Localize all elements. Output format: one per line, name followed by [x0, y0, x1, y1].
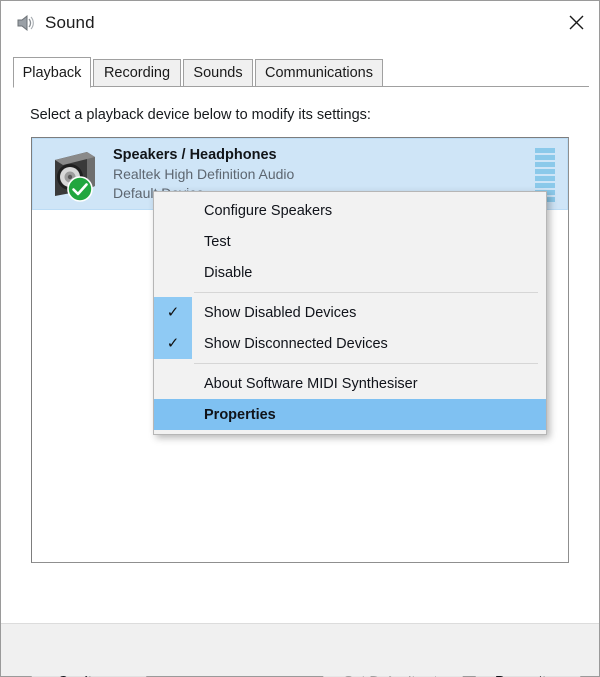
playback-hint: Select a playback device below to modify… — [30, 107, 371, 123]
close-icon[interactable] — [553, 1, 599, 43]
tab-sounds-label: Sounds — [193, 65, 243, 81]
tab-communications-label: Communications — [265, 65, 373, 81]
page-title: Sound — [45, 13, 95, 32]
tab-communications[interactable]: Communications — [255, 59, 383, 87]
tab-playback[interactable]: Playback — [13, 57, 91, 88]
tab-bar: Playback Recording Sounds Communications — [13, 57, 589, 88]
menu-item-configure-speakers[interactable]: Configure Speakers — [154, 195, 546, 226]
sound-dialog: Sound Playback Recording Sounds Communic… — [0, 0, 600, 677]
check-icon: ✓ — [166, 304, 180, 321]
tab-sounds[interactable]: Sounds — [183, 59, 253, 87]
device-driver: Realtek High Definition Audio — [113, 165, 295, 182]
menu-separator — [194, 292, 538, 293]
tab-recording-label: Recording — [103, 65, 171, 81]
context-menu: Configure Speakers Test Disable ✓ Show D… — [153, 191, 547, 435]
menu-item-about-midi-synthesiser[interactable]: About Software MIDI Synthesiser — [154, 368, 546, 399]
check-icon: ✓ — [166, 335, 180, 352]
menu-item-gutter — [154, 195, 192, 226]
speaker-icon — [14, 12, 36, 34]
tab-recording[interactable]: Recording — [93, 59, 181, 87]
menu-item-properties[interactable]: Properties — [154, 399, 546, 430]
menu-item-label: Test — [204, 233, 231, 250]
menu-item-show-disabled-devices[interactable]: ✓ Show Disabled Devices — [154, 297, 546, 328]
speaker-icon — [45, 146, 101, 202]
device-name: Speakers / Headphones — [113, 146, 277, 163]
title-bar: Sound — [1, 1, 599, 45]
menu-item-label: About Software MIDI Synthesiser — [204, 375, 418, 392]
menu-item-gutter — [154, 368, 192, 399]
menu-item-label: Show Disconnected Devices — [204, 335, 388, 352]
menu-item-test[interactable]: Test — [154, 226, 546, 257]
menu-item-label: Configure Speakers — [204, 202, 333, 219]
menu-item-show-disconnected-devices[interactable]: ✓ Show Disconnected Devices — [154, 328, 546, 359]
menu-item-gutter: ✓ — [154, 328, 192, 359]
menu-item-gutter — [154, 226, 192, 257]
menu-item-gutter: ✓ — [154, 297, 192, 328]
menu-item-label: Show Disabled Devices — [204, 304, 357, 321]
footer-bar: T aimienphi .vn OK Cancel Apply — [1, 624, 599, 676]
tab-playback-label: Playback — [22, 64, 82, 81]
menu-separator — [194, 363, 538, 364]
menu-item-gutter — [154, 399, 192, 430]
menu-item-label: Properties — [204, 406, 276, 423]
menu-item-label: Disable — [204, 264, 253, 281]
menu-item-disable[interactable]: Disable — [154, 257, 546, 288]
check-circle-icon — [67, 176, 93, 202]
menu-item-gutter — [154, 257, 192, 288]
